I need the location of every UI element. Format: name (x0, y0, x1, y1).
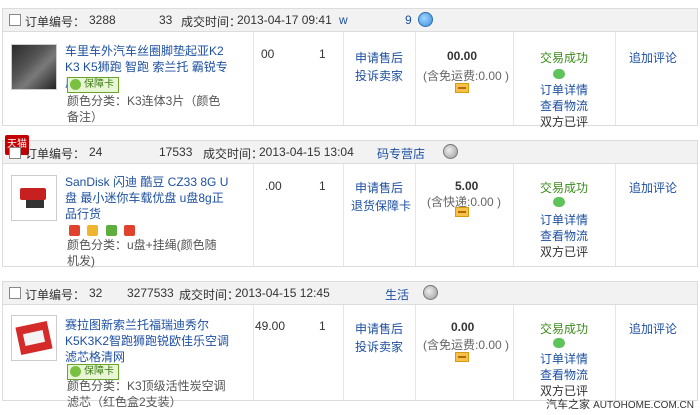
add-review-link[interactable]: 追加评论 (629, 179, 677, 196)
order-no-label: 订单编号： (25, 15, 86, 29)
gift-icons (69, 223, 139, 237)
add-review-link[interactable]: 追加评论 (629, 49, 677, 66)
apply-after-sale-link[interactable]: 申请售后 (355, 320, 403, 337)
shop-name-right[interactable]: 9 (405, 13, 412, 27)
gift-icon[interactable] (124, 225, 136, 237)
trade-status: 交易成功 (540, 322, 589, 336)
add-review-link[interactable]: 追加评论 (629, 320, 677, 337)
product-thumbnail[interactable] (11, 175, 57, 221)
unit-price: .00 (265, 179, 282, 193)
shop-name[interactable]: 码专营店 (377, 145, 425, 162)
product-thumbnail[interactable] (11, 44, 57, 90)
watermark-site: 汽车之家 (546, 399, 590, 411)
shop-name[interactable]: 生活 (385, 286, 409, 303)
order-no-right: 3277533 (127, 286, 174, 300)
chat-icon[interactable] (553, 69, 565, 79)
order-detail-link[interactable]: 订单详情 (540, 81, 588, 98)
product-attr: 颜色分类：u盘+挂绳(颜色随机发) (67, 238, 217, 268)
payment-icon[interactable] (455, 207, 469, 217)
complain-seller-link[interactable]: 投诉卖家 (355, 338, 403, 355)
guarantee-icon (70, 366, 81, 377)
order-no-label: 订单编号： (25, 147, 86, 161)
order-detail-link[interactable]: 订单详情 (540, 350, 588, 367)
trade-time-label: 成交时间： (179, 288, 240, 302)
chat-icon[interactable] (553, 338, 565, 348)
order-detail-link[interactable]: 订单详情 (540, 211, 588, 228)
rating-status: 双方已评 (540, 115, 589, 129)
trade-time: 2013-04-17 09:41 (237, 13, 332, 27)
select-checkbox[interactable] (9, 14, 21, 26)
unit-price: 00 (261, 47, 275, 61)
trade-time-label: 成交时间： (181, 15, 242, 29)
watermark-domain: AUTOHOME.COM.CN (593, 400, 694, 411)
order-header: 订单编号： 3288 33 成交时间： 2013-04-17 09:41 w 9 (3, 9, 697, 32)
shop-name-left[interactable]: w (339, 13, 348, 27)
trade-time: 2013-04-15 13:04 (259, 145, 354, 159)
payment-icon[interactable] (455, 352, 469, 362)
complain-seller-link[interactable]: 投诉卖家 (355, 67, 403, 84)
quantity: 1 (319, 319, 326, 333)
chat-icon[interactable] (553, 197, 565, 207)
order-no-left: 24 (89, 145, 103, 159)
order-no-label: 订单编号： (25, 288, 86, 302)
product-title[interactable]: 赛拉图新索兰托福瑞迪秀尔 K5K3K2智跑狮跑锐欧佳乐空调滤芯格清网 (65, 317, 230, 365)
quantity: 1 (319, 179, 326, 193)
rating-status: 双方已评 (540, 245, 589, 259)
gift-icon[interactable] (105, 225, 117, 237)
product-attr: 颜色分类：K3连体3片（颜色备注） (67, 94, 221, 124)
order-card-1: 订单编号： 3288 33 成交时间： 2013-04-17 09:41 w 9… (2, 8, 698, 129)
order-no-right: 33 (159, 13, 173, 27)
order-card-3: 订单编号： 32 3277533 成交时间： 2013-04-15 12:45 … (2, 281, 698, 409)
view-logistics-link[interactable]: 查看物流 (540, 366, 588, 383)
quantity: 1 (319, 47, 326, 61)
product-thumbnail[interactable] (11, 315, 57, 361)
order-total: 0.00 (451, 320, 475, 334)
apply-after-sale-link[interactable]: 申请售后 (355, 179, 403, 196)
shipping-note: (含免运费:0.00 ) (423, 338, 510, 352)
order-header: 天猫 订单编号： 24 17533 成交时间： 2013-04-15 13:04… (3, 135, 697, 164)
select-checkbox[interactable] (9, 147, 21, 159)
view-logistics-link[interactable]: 查看物流 (540, 97, 588, 114)
wangwang-icon[interactable] (443, 144, 458, 159)
order-total: 5.00 (455, 179, 479, 193)
unit-price: 49.00 (255, 319, 286, 333)
payment-icon[interactable] (455, 83, 469, 93)
gift-icon[interactable] (87, 225, 99, 237)
product-title[interactable]: SanDisk 闪迪 酷豆 CZ33 8G U盘 最小迷你车载优盘 u盘8g正品… (65, 174, 230, 222)
order-no-right: 17533 (159, 145, 193, 159)
refund-guarantee-link[interactable]: 退货保障卡 (351, 197, 411, 214)
product-attr: 颜色分类：K3顶级活性炭空调滤芯（红色盒2支装） (67, 379, 226, 409)
wangwang-icon[interactable] (423, 285, 438, 300)
view-logistics-link[interactable]: 查看物流 (540, 227, 588, 244)
order-no-left: 3288 (89, 13, 116, 27)
trade-status: 交易成功 (540, 51, 589, 65)
trade-time: 2013-04-15 12:45 (235, 286, 330, 300)
select-checkbox[interactable] (9, 287, 21, 299)
guarantee-icon (70, 79, 81, 90)
guarantee-badge[interactable]: 保障卡 (67, 77, 119, 93)
shipping-note: (含免运费:0.00 ) (423, 69, 510, 83)
order-card-2: 天猫 订单编号： 24 17533 成交时间： 2013-04-15 13:04… (2, 135, 698, 268)
order-total: 00.00 (447, 49, 478, 63)
gift-icon[interactable] (69, 225, 80, 237)
order-no-left: 32 (89, 286, 103, 300)
wangwang-icon[interactable] (418, 12, 433, 27)
trade-status: 交易成功 (540, 181, 589, 195)
order-header: 订单编号： 32 3277533 成交时间： 2013-04-15 12:45 … (3, 282, 697, 305)
watermark: 汽车之家 AUTOHOME.COM.CN (546, 396, 694, 412)
apply-after-sale-link[interactable]: 申请售后 (355, 49, 403, 66)
trade-time-label: 成交时间： (203, 147, 264, 161)
